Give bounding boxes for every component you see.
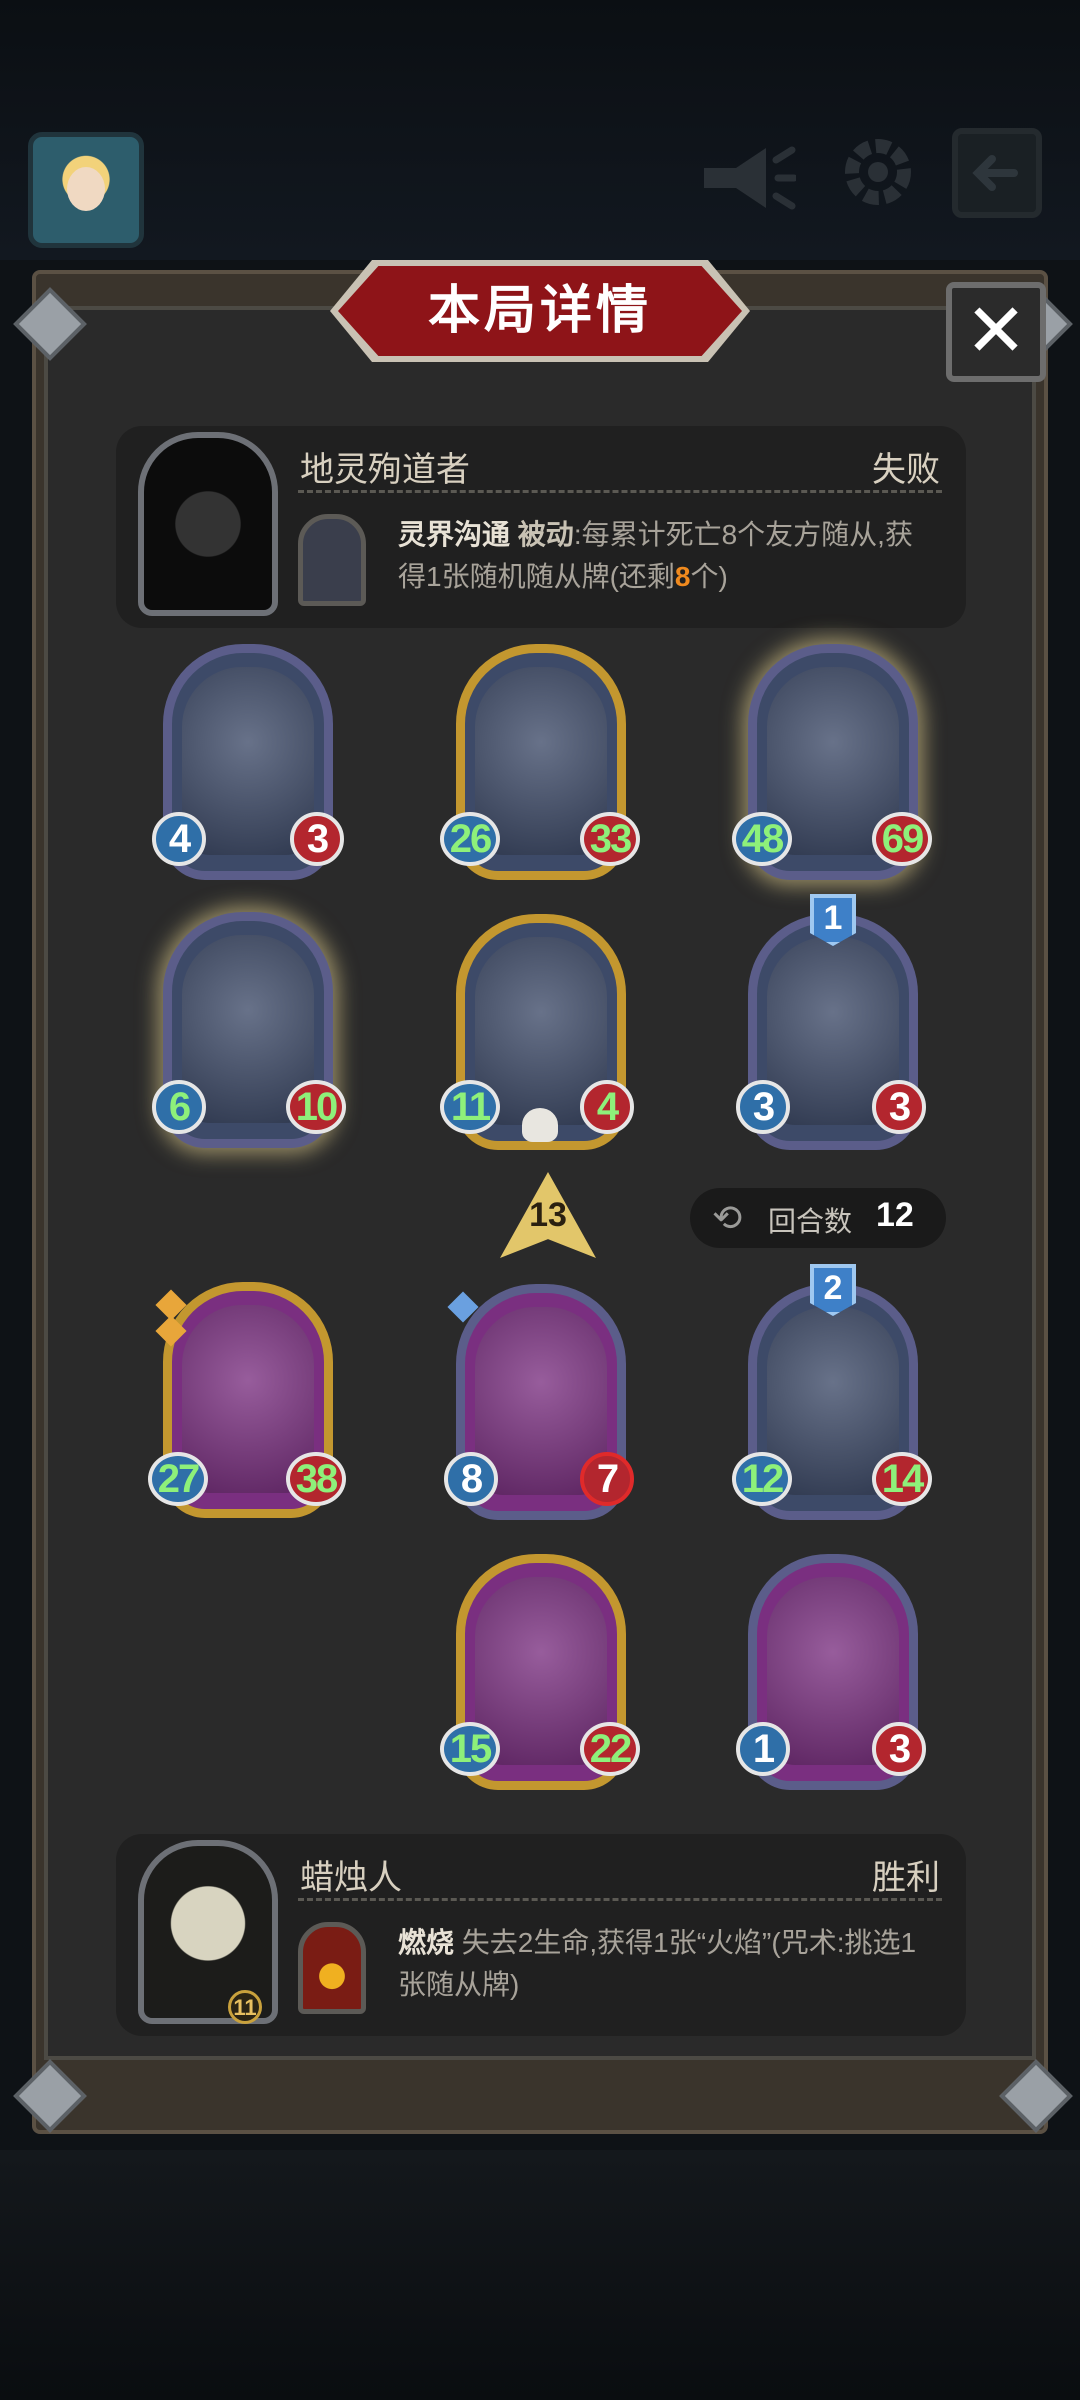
turn-counter-label: 回合数 bbox=[768, 1206, 853, 1237]
megaphone-icon[interactable] bbox=[696, 138, 796, 218]
health-stat: 7 bbox=[580, 1452, 634, 1506]
attack-stat: 48 bbox=[732, 812, 792, 866]
avatar-face bbox=[67, 167, 105, 211]
exit-arrow-icon bbox=[972, 155, 1018, 191]
title-banner: 本局详情 bbox=[330, 260, 750, 362]
background-bottom bbox=[0, 2150, 1080, 2400]
attack-stat: 11 bbox=[440, 1080, 500, 1134]
health-stat: 33 bbox=[580, 812, 640, 866]
player-avatar[interactable] bbox=[28, 132, 144, 248]
attack-stat: 4 bbox=[152, 812, 206, 866]
skill-remaining: 8 bbox=[674, 561, 691, 592]
health-stat: 4 bbox=[580, 1080, 634, 1134]
attack-stat: 12 bbox=[732, 1452, 792, 1506]
health-stat: 14 bbox=[872, 1452, 932, 1506]
attack-stat: 6 bbox=[152, 1080, 206, 1134]
skill-cost-badge: 11 bbox=[228, 1990, 262, 2024]
opponent-hero-row: 地灵殉道者 失败 灵界沟通 被动:每累计死亡8个友方随从,获得1张随机随从牌(还… bbox=[116, 426, 966, 628]
turn-counter: ⟲ 回合数 12 bbox=[690, 1188, 946, 1248]
close-icon: ✕ bbox=[964, 289, 1027, 372]
turn-counter-value: 12 bbox=[876, 1196, 914, 1234]
attack-stat: 1 bbox=[736, 1722, 790, 1776]
attack-stat: 8 bbox=[444, 1452, 498, 1506]
attack-stat: 26 bbox=[440, 812, 500, 866]
gear-icon[interactable] bbox=[838, 132, 918, 212]
attack-stat: 27 bbox=[148, 1452, 208, 1506]
opponent-skill-icon[interactable] bbox=[298, 514, 366, 606]
health-stat: 3 bbox=[872, 1080, 926, 1134]
player-skill-text: 燃烧 失去2生命,获得1张“火焰”(咒术:挑选1张随从牌) bbox=[398, 1922, 938, 2006]
skill-tag: 被动 bbox=[517, 519, 574, 550]
divider bbox=[298, 1898, 942, 1901]
skill-name: 燃烧 bbox=[398, 1927, 455, 1958]
attack-stat: 3 bbox=[736, 1080, 790, 1134]
page-title: 本局详情 bbox=[427, 282, 652, 340]
repeat-icon: ⟲ bbox=[712, 1197, 743, 1238]
close-button[interactable]: ✕ bbox=[946, 282, 1046, 382]
opponent-name: 地灵殉道者 bbox=[300, 451, 470, 489]
player-name: 蜡烛人 bbox=[300, 1859, 402, 1897]
opponent-result: 失败 bbox=[872, 451, 940, 489]
health-stat: 38 bbox=[286, 1452, 346, 1506]
skill-name: 灵界沟通 bbox=[398, 519, 511, 550]
attack-stat: 15 bbox=[440, 1722, 500, 1776]
exit-icon[interactable] bbox=[952, 128, 1042, 218]
divider bbox=[298, 490, 942, 493]
background-top bbox=[0, 0, 1080, 260]
deathrattle-skull-icon bbox=[522, 1108, 558, 1142]
skill-desc-end: 个) bbox=[690, 561, 728, 592]
health-stat: 3 bbox=[872, 1722, 926, 1776]
player-skill-icon[interactable] bbox=[298, 1922, 366, 2014]
skill-desc: 失去2生命,获得1张“火焰”(咒术:挑选1张随从牌) bbox=[398, 1927, 917, 2000]
round-number: 13 bbox=[529, 1196, 567, 1234]
health-stat: 69 bbox=[872, 812, 932, 866]
opponent-portrait[interactable] bbox=[138, 432, 278, 616]
health-stat: 10 bbox=[286, 1080, 346, 1134]
opponent-skill-text: 灵界沟通 被动:每累计死亡8个友方随从,获得1张随机随从牌(还剩8个) bbox=[398, 514, 938, 598]
health-stat: 22 bbox=[580, 1722, 640, 1776]
health-stat: 3 bbox=[290, 812, 344, 866]
player-result: 胜利 bbox=[872, 1859, 940, 1897]
